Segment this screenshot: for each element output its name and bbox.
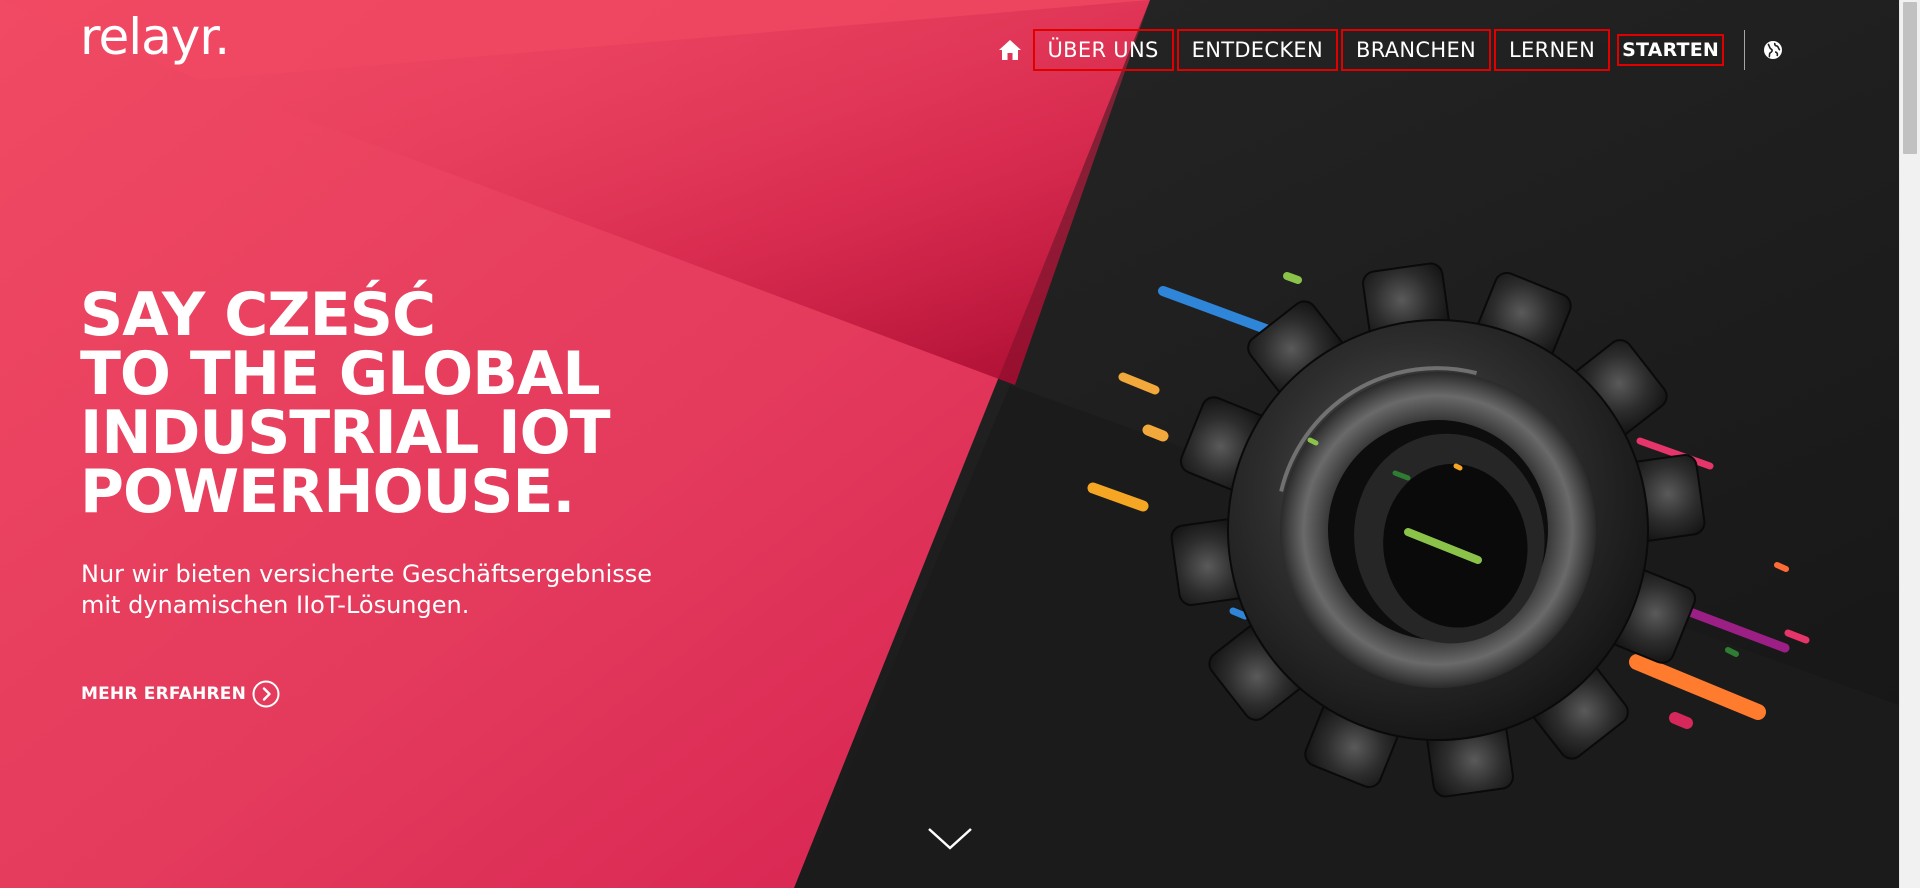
home-icon bbox=[998, 40, 1021, 60]
headline-line: SAY CZEŚĆ bbox=[80, 280, 436, 350]
hero-subtitle: Nur wir bieten versicherte Geschäftserge… bbox=[81, 559, 781, 621]
nav-item-branchen[interactable]: BRANCHEN bbox=[1340, 29, 1492, 71]
subtitle-line: mit dynamischen IIoT-Lösungen. bbox=[81, 591, 470, 619]
hero-headline: SAY CZEŚĆ TO THE GLOBAL INDUSTRIAL IOT P… bbox=[80, 280, 611, 527]
headline-line: POWERHOUSE. bbox=[80, 457, 575, 527]
headline-line: TO THE GLOBAL bbox=[80, 339, 601, 409]
hero-section: relayr. ÜBER UNS ENTDECKEN BRANCHEN LERN… bbox=[0, 0, 1899, 888]
nav-divider bbox=[1744, 30, 1745, 70]
nav-item-entdecken[interactable]: ENTDECKEN bbox=[1176, 29, 1338, 71]
language-selector[interactable] bbox=[1755, 30, 1791, 70]
chevron-down-icon[interactable] bbox=[927, 826, 973, 852]
relayr-logo[interactable]: relayr. bbox=[80, 12, 230, 62]
chevron-right-circle-icon bbox=[252, 680, 280, 708]
mehr-erfahren-label: MEHR ERFAHREN bbox=[81, 684, 247, 704]
starten-button[interactable]: STARTEN bbox=[1617, 34, 1724, 66]
scrollbar-thumb[interactable] bbox=[1903, 2, 1917, 154]
page-scrollbar[interactable] bbox=[1899, 0, 1920, 888]
nav-item-ueber-uns[interactable]: ÜBER UNS bbox=[1032, 29, 1174, 71]
home-link[interactable] bbox=[987, 28, 1033, 72]
subtitle-line: Nur wir bieten versicherte Geschäftserge… bbox=[81, 560, 653, 588]
globe-icon bbox=[1764, 41, 1782, 59]
main-nav: ÜBER UNS ENTDECKEN BRANCHEN LERNEN START… bbox=[987, 28, 1792, 72]
mehr-erfahren-link[interactable]: MEHR ERFAHREN bbox=[81, 680, 280, 708]
nav-item-lernen[interactable]: LERNEN bbox=[1494, 29, 1611, 71]
headline-line: INDUSTRIAL IOT bbox=[80, 398, 611, 468]
